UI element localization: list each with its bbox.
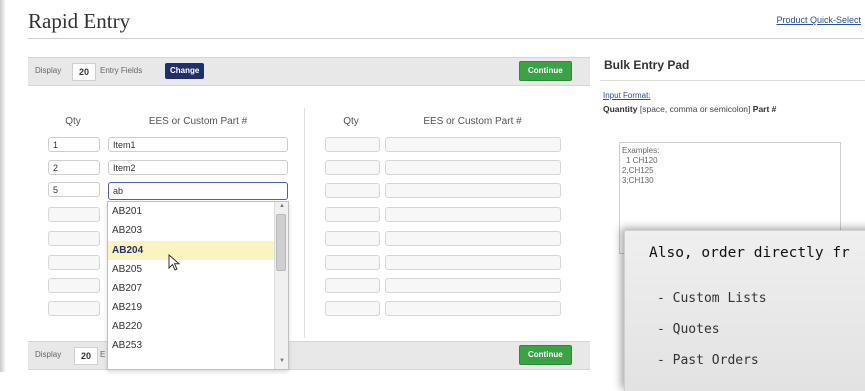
qty-input[interactable]: 2 [48, 160, 100, 175]
part-input-active[interactable]: ab [108, 182, 288, 200]
autocomplete-dropdown[interactable]: AB201 AB203 AB204 AB205 AB207 AB219 AB22… [107, 201, 289, 370]
qty-header-left: Qty [65, 116, 81, 127]
qty-input[interactable] [325, 255, 380, 270]
qty-input[interactable] [325, 137, 380, 152]
qty-input[interactable] [325, 160, 380, 175]
page-title: Rapid Entry [28, 9, 131, 33]
part-header-right: EES or Custom Part # [423, 116, 522, 127]
mouse-cursor-icon [168, 254, 181, 271]
dropdown-option[interactable]: AB220 [108, 317, 274, 336]
qty-input[interactable] [325, 231, 380, 246]
qty-input[interactable] [48, 255, 100, 270]
left-shadow [0, 0, 6, 372]
qty-input[interactable] [325, 278, 380, 293]
title-divider [28, 38, 864, 39]
dropdown-option[interactable]: AB253 [108, 336, 274, 355]
input-format-link[interactable]: Input Format: [603, 91, 651, 100]
promo-title: Also, order directly fr [649, 245, 850, 261]
dropdown-option[interactable]: AB205 [108, 260, 274, 279]
qty-input[interactable] [325, 207, 380, 222]
scroll-up-arrow-icon[interactable]: ▲ [279, 203, 285, 209]
bulk-entry-pad-title: Bulk Entry Pad [604, 58, 690, 72]
rapid-entry-page: Rapid Entry Product Quick-Select Display… [0, 0, 865, 391]
qty-input[interactable] [48, 231, 100, 246]
part-input[interactable] [385, 301, 561, 316]
part-input[interactable] [385, 278, 561, 293]
format-part: Part # [752, 104, 777, 114]
display-label: Display [35, 350, 62, 359]
entry-count-field[interactable]: 20 [72, 63, 96, 81]
example-line: 2,CH125 [622, 166, 654, 175]
format-separators: [space, comma or semicolon] [639, 104, 751, 114]
continue-button-bottom[interactable]: Continue [519, 345, 572, 365]
qty-input[interactable]: 5 [48, 182, 100, 197]
part-input[interactable] [385, 207, 561, 222]
display-label: Display [35, 66, 62, 75]
example-line: 3;CH130 [622, 176, 654, 185]
qty-input[interactable] [48, 207, 100, 222]
dropdown-option[interactable]: AB203 [108, 221, 274, 240]
column-divider [304, 108, 305, 338]
part-input[interactable]: Item2 [108, 160, 288, 175]
input-format-description: Quantity [space, comma or semicolon] Par… [603, 104, 776, 114]
product-quick-select-link[interactable]: Product Quick-Select [776, 15, 861, 25]
qty-header-right: Qty [343, 116, 359, 127]
part-input[interactable] [385, 160, 561, 175]
continue-button-top[interactable]: Continue [519, 61, 572, 81]
dropdown-option[interactable]: AB201 [108, 202, 274, 221]
entry-fields-bar-top: Display 20 Entry Fields Change Continue [28, 57, 590, 86]
dropdown-scrollbar[interactable]: ▲ ▼ [274, 202, 288, 369]
qty-input[interactable]: 1 [48, 137, 100, 152]
part-input[interactable] [385, 183, 561, 198]
qty-input[interactable] [325, 301, 380, 316]
examples-label: Examples: [622, 146, 660, 155]
part-input[interactable] [385, 255, 561, 270]
dropdown-option[interactable]: AB219 [108, 298, 274, 317]
promo-item-quotes: - Quotes [657, 322, 720, 337]
scroll-down-arrow-icon[interactable]: ▼ [279, 358, 285, 364]
entry-fields-label: Entry Fields [100, 66, 143, 75]
entry-count-field[interactable]: 20 [74, 347, 98, 365]
dropdown-option-highlighted[interactable]: AB204 [108, 241, 274, 260]
part-input[interactable] [385, 137, 561, 152]
example-line: 1 CH120 [626, 156, 658, 165]
part-input[interactable] [385, 231, 561, 246]
promo-item-past-orders: - Past Orders [657, 353, 759, 368]
entry-fields-label-truncated: E [100, 350, 106, 359]
pad-divider [600, 80, 865, 81]
qty-input[interactable] [48, 301, 100, 316]
scrollbar-thumb[interactable] [276, 214, 286, 271]
dropdown-option[interactable]: AB207 [108, 279, 274, 298]
change-button[interactable]: Change [165, 63, 205, 79]
promo-item-custom-lists: - Custom Lists [657, 291, 767, 306]
qty-input[interactable] [48, 278, 100, 293]
format-quantity: Quantity [603, 104, 638, 114]
part-input[interactable]: Item1 [108, 137, 288, 152]
qty-input[interactable] [325, 183, 380, 198]
part-header-left: EES or Custom Part # [148, 116, 248, 127]
